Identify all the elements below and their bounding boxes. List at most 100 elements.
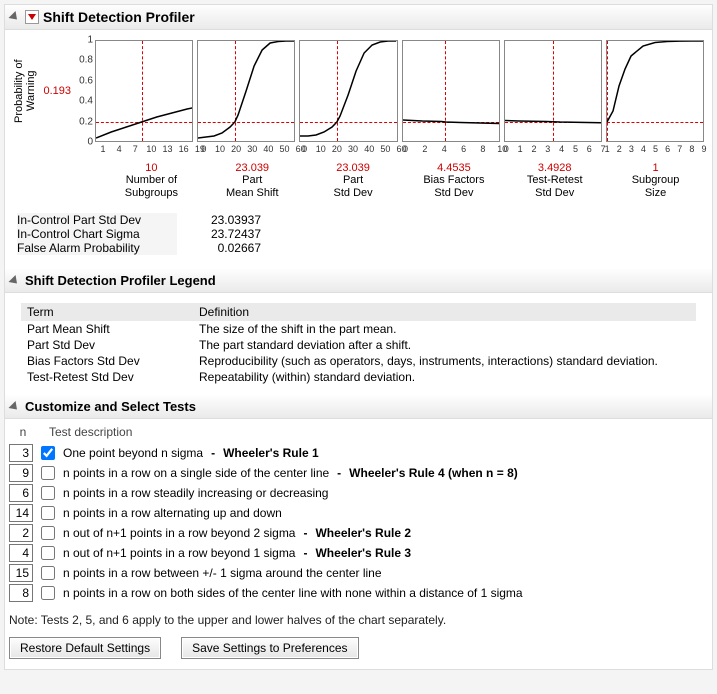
profiler-title: Shift Detection Profiler xyxy=(43,9,195,25)
stats-label: In-Control Part Std Dev xyxy=(17,213,177,227)
save-settings-button[interactable]: Save Settings to Preferences xyxy=(181,637,358,659)
factor-label: Part Std Dev xyxy=(305,174,402,199)
test-rule-name: Wheeler's Rule 4 (when n = 8) xyxy=(349,466,518,480)
x-tick-cell: 123456789 xyxy=(607,144,704,158)
test-rule-name: Wheeler's Rule 2 xyxy=(315,526,411,540)
factor-cell[interactable]: 3.4928Test-Retest Std Dev xyxy=(506,162,603,199)
tests-section-header[interactable]: Customize and Select Tests xyxy=(5,395,712,419)
restore-defaults-button[interactable]: Restore Default Settings xyxy=(9,637,161,659)
stats-table: In-Control Part Std Dev23.03937In-Contro… xyxy=(17,213,704,255)
factor-label: Number of Subgroups xyxy=(103,174,200,199)
y-tick-label: 1 xyxy=(87,35,93,46)
legend-row: Part Mean ShiftThe size of the shift in … xyxy=(21,321,696,337)
factor-value: 4.4535 xyxy=(405,162,502,174)
test-row: n points in a row on a single side of th… xyxy=(9,463,708,483)
test-n-input[interactable] xyxy=(9,524,33,542)
factor-labels-row: 10Number of Subgroups23.039Part Mean Shi… xyxy=(103,162,704,199)
legend-definition: The part standard deviation after a shif… xyxy=(193,337,696,353)
legend-term: Bias Factors Std Dev xyxy=(21,353,193,369)
factor-cell[interactable]: 23.039Part Mean Shift xyxy=(204,162,301,199)
test-checkbox[interactable] xyxy=(41,446,55,460)
legend-definition: Reproducibility (such as operators, days… xyxy=(193,353,696,369)
legend-section-header[interactable]: Shift Detection Profiler Legend xyxy=(5,269,712,293)
factor-cell[interactable]: 23.039Part Std Dev xyxy=(305,162,402,199)
profiler-chart[interactable] xyxy=(606,40,704,142)
factor-value: 23.039 xyxy=(305,162,402,174)
test-description: n points in a row steadily increasing or… xyxy=(63,486,328,500)
factor-label: Subgroup Size xyxy=(607,174,704,199)
test-checkbox[interactable] xyxy=(41,486,55,500)
y-axis-marker-value: 0.193 xyxy=(37,40,73,142)
test-checkbox[interactable] xyxy=(41,546,55,560)
x-tick-cell: 0102030405060 xyxy=(305,144,402,158)
test-checkbox[interactable] xyxy=(41,566,55,580)
profiler-chart[interactable] xyxy=(95,40,193,142)
profiler-chart[interactable] xyxy=(197,40,295,142)
test-row: One point beyond n sigma - Wheeler's Rul… xyxy=(9,443,708,463)
legend-col-term: Term xyxy=(21,303,193,321)
profiler-chart[interactable] xyxy=(504,40,602,142)
stats-value: 0.02667 xyxy=(191,241,261,255)
legend-term: Part Mean Shift xyxy=(21,321,193,337)
disclosure-icon xyxy=(8,401,20,413)
y-axis-ticks: 00.20.40.60.81 xyxy=(73,40,95,142)
profiler-section-header[interactable]: Shift Detection Profiler xyxy=(5,5,712,30)
x-axis-ticks-row: 1471013161901020304050600102030405060024… xyxy=(103,144,704,158)
test-description: n points in a row on both sides of the c… xyxy=(63,586,523,600)
x-tick-cell: 01234567 xyxy=(506,144,603,158)
test-row: n points in a row on both sides of the c… xyxy=(9,583,708,603)
factor-value: 3.4928 xyxy=(506,162,603,174)
factor-label: Part Mean Shift xyxy=(204,174,301,199)
x-tick-cell: 0102030405060 xyxy=(204,144,301,158)
test-checkbox[interactable] xyxy=(41,466,55,480)
stats-label: In-Control Chart Sigma xyxy=(17,227,177,241)
y-tick-label: 0.4 xyxy=(79,96,93,107)
chart-strip xyxy=(95,40,704,142)
factor-cell[interactable]: 4.4535Bias Factors Std Dev xyxy=(405,162,502,199)
profiler-chart[interactable] xyxy=(299,40,397,142)
test-n-input[interactable] xyxy=(9,584,33,602)
x-tick-cell: 0246810 xyxy=(405,144,502,158)
stats-row: In-Control Chart Sigma 23.72437 xyxy=(17,227,704,241)
test-n-input[interactable] xyxy=(9,444,33,462)
tests-note: Note: Tests 2, 5, and 6 apply to the upp… xyxy=(9,613,708,627)
factor-value: 23.039 xyxy=(204,162,301,174)
test-row: n points in a row between +/- 1 sigma ar… xyxy=(9,563,708,583)
stats-value: 23.72437 xyxy=(191,227,261,241)
tests-col-n: n xyxy=(9,425,37,439)
legend-row: Test-Retest Std DevRepeatability (within… xyxy=(21,369,696,385)
test-description: n points in a row between +/- 1 sigma ar… xyxy=(63,566,382,580)
test-n-input[interactable] xyxy=(9,504,33,522)
stats-value: 23.03937 xyxy=(191,213,261,227)
hotspot-icon[interactable] xyxy=(25,10,39,24)
factor-cell[interactable]: 1Subgroup Size xyxy=(607,162,704,199)
legend-col-definition: Definition xyxy=(193,303,696,321)
legend-table: Term Definition Part Mean ShiftThe size … xyxy=(21,303,696,385)
test-rule-name: Wheeler's Rule 3 xyxy=(315,546,411,560)
test-n-input[interactable] xyxy=(9,544,33,562)
legend-row: Part Std DevThe part standard deviation … xyxy=(21,337,696,353)
legend-term: Test-Retest Std Dev xyxy=(21,369,193,385)
factor-label: Bias Factors Std Dev xyxy=(405,174,502,199)
y-tick-label: 0.8 xyxy=(79,55,93,66)
y-tick-label: 0.6 xyxy=(79,75,93,86)
factor-value: 10 xyxy=(103,162,200,174)
test-description: n points in a row on a single side of th… xyxy=(63,466,329,480)
factor-cell[interactable]: 10Number of Subgroups xyxy=(103,162,200,199)
test-row: n points in a row steadily increasing or… xyxy=(9,483,708,503)
y-tick-label: 0.2 xyxy=(79,116,93,127)
test-n-input[interactable] xyxy=(9,484,33,502)
legend-definition: The size of the shift in the part mean. xyxy=(193,321,696,337)
disclosure-icon xyxy=(8,275,20,287)
test-n-input[interactable] xyxy=(9,564,33,582)
stats-row: False Alarm Probability0.02667 xyxy=(17,241,704,255)
test-checkbox[interactable] xyxy=(41,526,55,540)
test-checkbox[interactable] xyxy=(41,586,55,600)
y-tick-label: 0 xyxy=(87,137,93,148)
test-row: n out of n+1 points in a row beyond 1 si… xyxy=(9,543,708,563)
legend-definition: Repeatability (within) standard deviatio… xyxy=(193,369,696,385)
test-checkbox[interactable] xyxy=(41,506,55,520)
profiler-chart[interactable] xyxy=(402,40,500,142)
test-description: n points in a row alternating up and dow… xyxy=(63,506,282,520)
test-n-input[interactable] xyxy=(9,464,33,482)
